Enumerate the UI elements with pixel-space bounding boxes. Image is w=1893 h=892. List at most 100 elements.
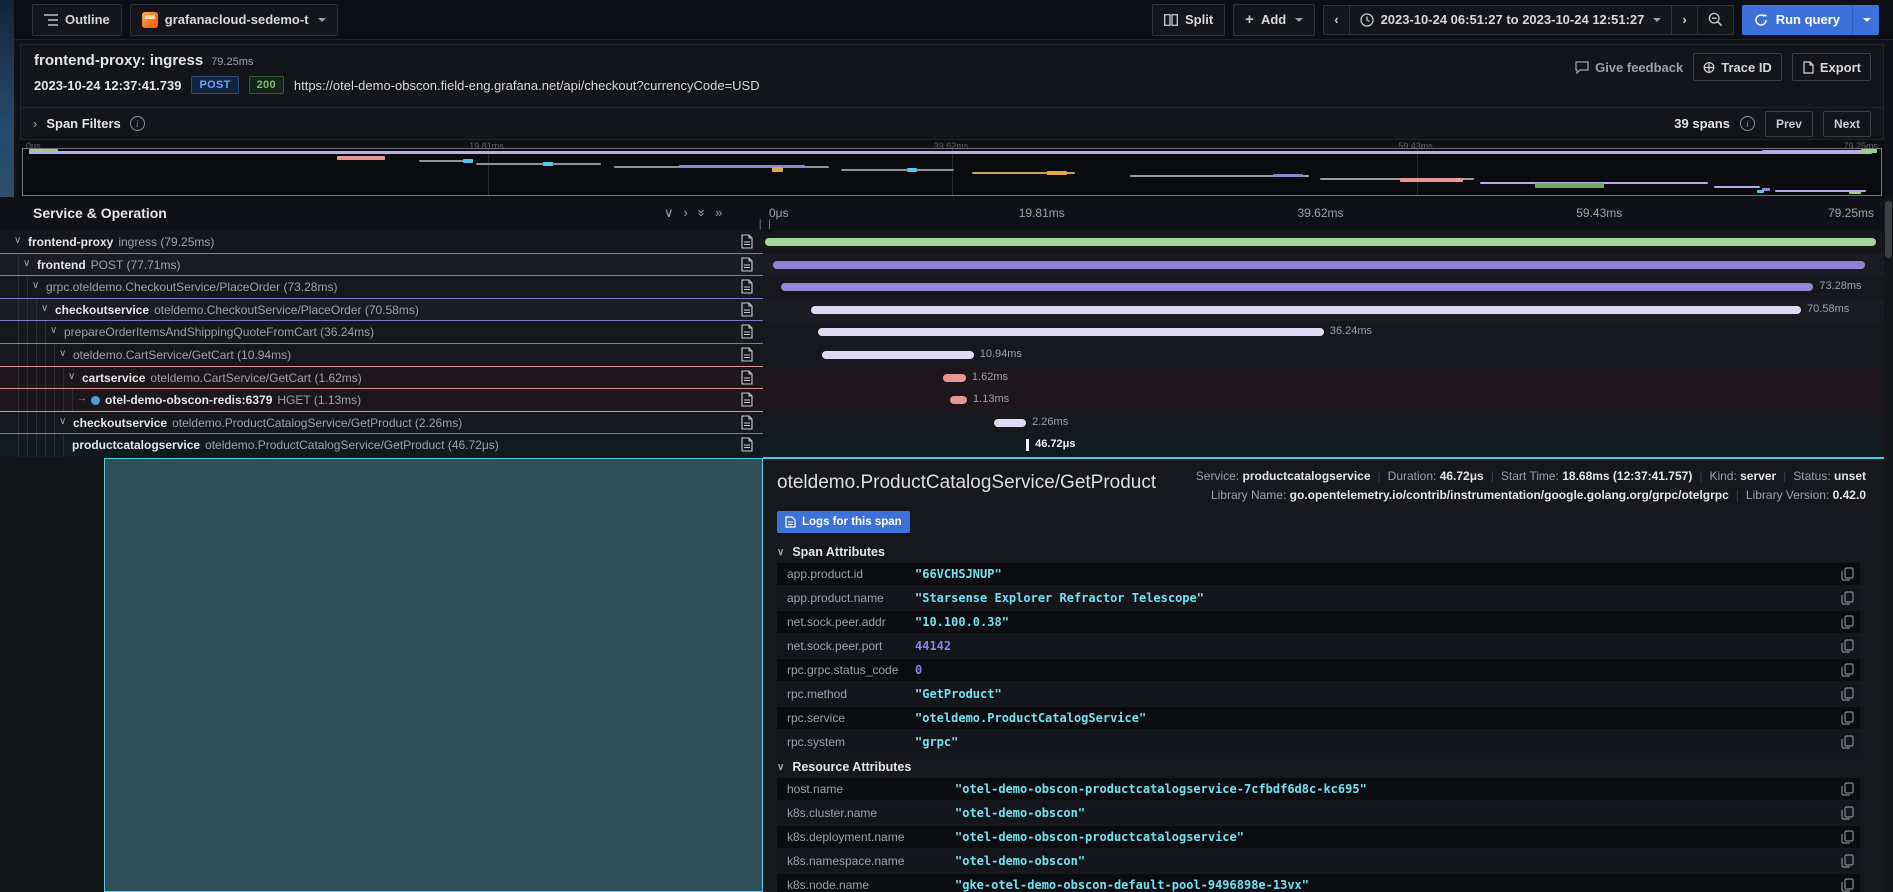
span-logs-icon[interactable] [741, 257, 753, 275]
vertical-scrollbar[interactable] [1884, 197, 1893, 892]
span-row[interactable]: →otel-demo-obscon-redis:6379HGET (1.13ms… [0, 389, 1893, 412]
zoom-out-time-button[interactable] [1698, 5, 1734, 35]
info-icon[interactable]: i [130, 116, 145, 131]
outline-button[interactable]: Outline [32, 4, 122, 36]
span-row[interactable]: ∨frontend-proxyingress (79.25ms) [0, 231, 1893, 254]
span-row[interactable]: ∨cartserviceoteldemo.CartService/GetCart… [0, 367, 1893, 390]
split-button[interactable]: Split [1152, 4, 1225, 36]
time-range-picker[interactable]: 2023-10-24 06:51:27 to 2023-10-24 12:51:… [1350, 5, 1673, 35]
span-duration-bar[interactable] [781, 283, 1813, 291]
indent-guide [63, 434, 64, 457]
next-span-button[interactable]: Next [1823, 111, 1871, 137]
span-row[interactable]: ∨oteldemo.CartService/GetCart (10.94ms)1… [0, 344, 1893, 367]
expand-collapse-chevron[interactable]: ∨ [68, 371, 75, 382]
expand-collapse-chevron[interactable]: ∨ [50, 325, 57, 336]
expand-collapse-chevron[interactable]: ∨ [23, 258, 30, 269]
time-shift-forward-button[interactable]: › [1672, 5, 1697, 35]
expand-one-icon[interactable]: › [684, 205, 688, 221]
copy-value-button[interactable] [1841, 878, 1854, 892]
span-duration-bar[interactable] [1026, 439, 1029, 451]
attribute-row: app.product.name"Starsense Explorer Refr… [777, 587, 1860, 609]
time-shift-back-button[interactable]: ‹ [1323, 5, 1349, 35]
copy-value-button[interactable] [1841, 854, 1854, 871]
run-query-button[interactable]: Run query [1742, 5, 1879, 35]
trace-id-button[interactable]: Trace ID [1693, 53, 1782, 81]
indent-guide [27, 434, 28, 457]
copy-value-button[interactable] [1841, 615, 1854, 632]
span-attributes-header[interactable]: ∨ Span Attributes [777, 545, 885, 559]
expand-collapse-chevron[interactable]: ∨ [14, 235, 21, 246]
span-row[interactable]: ∨checkoutserviceoteldemo.CheckoutService… [0, 299, 1893, 322]
attribute-key: host.name [787, 782, 955, 796]
indent-guide [63, 389, 64, 411]
expand-collapse-chevron[interactable]: ∨ [32, 280, 39, 291]
indent-guide [54, 367, 55, 389]
expand-collapse-chevron[interactable]: ∨ [41, 303, 48, 314]
run-query-options[interactable] [1852, 5, 1879, 35]
copy-value-button[interactable] [1841, 806, 1854, 823]
span-row[interactable]: ∨checkoutserviceoteldemo.ProductCatalogS… [0, 412, 1893, 435]
logs-for-span-button[interactable]: Logs for this span [777, 511, 910, 533]
span-detail-meta: Service: productcatalogservice|Duration:… [1106, 467, 1866, 505]
span-duration-bar[interactable] [950, 396, 967, 404]
prev-span-button[interactable]: Prev [1765, 111, 1813, 137]
export-button[interactable]: Export [1792, 53, 1871, 81]
minimap-viewport[interactable] [22, 148, 1882, 196]
span-logs-icon[interactable] [741, 302, 753, 320]
span-logs-icon[interactable] [741, 437, 753, 455]
span-logs-icon[interactable] [741, 347, 753, 365]
copy-value-button[interactable] [1841, 830, 1854, 847]
span-duration-bar[interactable] [943, 374, 966, 382]
span-duration-bar[interactable] [811, 306, 1801, 314]
copy-value-button[interactable] [1841, 591, 1854, 608]
span-logs-icon[interactable] [741, 279, 753, 297]
chevron-right-icon: › [33, 116, 37, 131]
span-operation: oteldemo.CartService/GetCart (10.94ms) [73, 348, 291, 362]
pane-resize-handle[interactable]: ❘❘ [756, 219, 766, 229]
span-filters-toggle[interactable]: › Span Filters i [33, 116, 145, 131]
span-row[interactable]: ∨grpc.oteldemo.CheckoutService/PlaceOrde… [0, 276, 1893, 299]
add-button[interactable]: + Add [1233, 4, 1315, 36]
span-duration-bar[interactable] [994, 419, 1026, 427]
expand-collapse-chevron[interactable]: ∨ [59, 348, 66, 359]
span-duration-bar[interactable] [765, 238, 1876, 246]
attribute-row: k8s.deployment.name"otel-demo-obscon-pro… [777, 826, 1860, 848]
span-duration-bar[interactable] [818, 328, 1324, 336]
span-logs-icon[interactable] [741, 370, 753, 388]
datasource-picker[interactable]: grafanacloud-sedemo-t [130, 4, 338, 36]
resource-attributes-header[interactable]: ∨ Resource Attributes [777, 760, 911, 774]
span-row[interactable]: ∨prepareOrderItemsAndShippingQuoteFromCa… [0, 321, 1893, 344]
copy-value-button[interactable] [1841, 782, 1854, 799]
expand-collapse-chevron[interactable]: ∨ [59, 416, 66, 427]
expand-all-icon[interactable]: » [715, 205, 722, 221]
span-logs-icon[interactable] [741, 324, 753, 342]
collapse-all-icon[interactable]: » [693, 209, 709, 216]
indent-guide [45, 321, 46, 343]
span-row[interactable]: ∨frontendPOST (77.71ms) [0, 254, 1893, 277]
collapse-one-icon[interactable]: ∨ [664, 205, 674, 221]
span-logs-icon[interactable] [741, 234, 753, 252]
give-feedback-button[interactable]: Give feedback [1575, 60, 1683, 75]
trace-minimap[interactable]: 0μs19.81ms39.62ms59.43ms79.25ms [20, 140, 1884, 197]
copy-value-button[interactable] [1841, 639, 1854, 656]
span-logs-icon[interactable] [741, 392, 753, 410]
copy-value-button[interactable] [1841, 567, 1854, 584]
info-icon[interactable]: i [1740, 116, 1755, 131]
copy-value-button[interactable] [1841, 735, 1854, 752]
copy-value-button[interactable] [1841, 663, 1854, 680]
indent-guide [72, 389, 73, 411]
split-label: Split [1185, 12, 1213, 27]
span-duration-bar[interactable] [822, 351, 974, 359]
attribute-value: "GetProduct" [915, 687, 1002, 701]
copy-value-button[interactable] [1841, 711, 1854, 728]
minimap-span-segment [772, 167, 783, 172]
span-row[interactable]: productcatalogserviceoteldemo.ProductCat… [0, 434, 1893, 457]
axis-tick-label: 0μs [769, 206, 789, 220]
indent-guide [18, 367, 19, 389]
span-logs-icon[interactable] [741, 415, 753, 433]
vertical-scrollbar-thumb[interactable] [1885, 201, 1892, 258]
copy-value-button[interactable] [1841, 687, 1854, 704]
minimap-span-segment [543, 162, 552, 166]
span-duration-bar[interactable] [773, 261, 1865, 269]
span-service: otel-demo-obscon-redis:6379 [105, 393, 272, 407]
